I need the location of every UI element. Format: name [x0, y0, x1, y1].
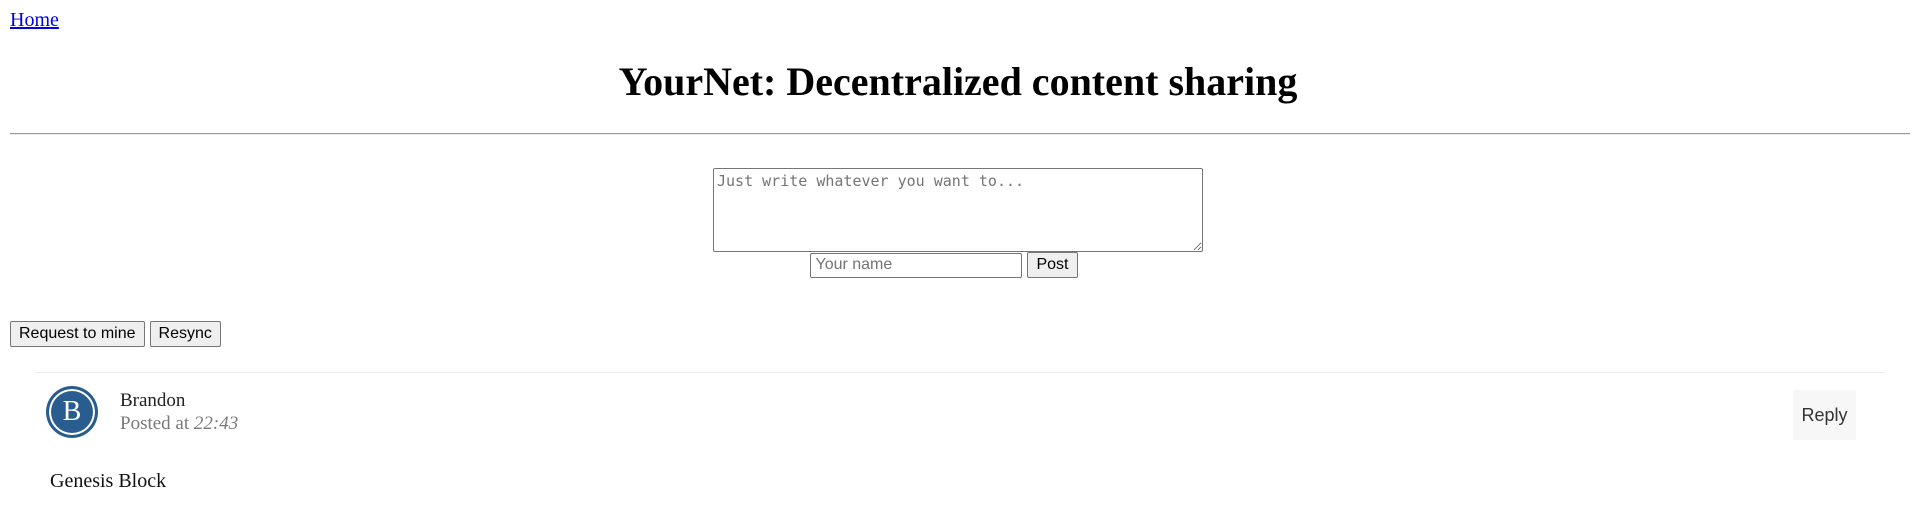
post-timestamp: Posted at 22:43 [120, 413, 238, 435]
reply-button[interactable]: Reply [1793, 390, 1856, 440]
post-feed: B Brandon Posted at 22:43 Reply Genesis … [35, 372, 1885, 513]
avatar-initial: B [62, 396, 82, 427]
post-body: Genesis Block [50, 470, 167, 492]
post-content-textarea[interactable] [713, 168, 1203, 252]
request-to-mine-button[interactable]: Request to mine [10, 321, 145, 347]
page-title: YourNet: Decentralized content sharing [618, 59, 1298, 104]
resync-button[interactable]: Resync [149, 321, 221, 347]
header-divider [10, 133, 1910, 135]
author-name-input[interactable] [810, 252, 1023, 278]
post-composer: Post [0, 168, 1916, 278]
post-author: Brandon [120, 390, 186, 411]
post-button[interactable]: Post [1027, 252, 1078, 278]
posted-time: 22:43 [193, 413, 239, 434]
post-item: B Brandon Posted at 22:43 Reply Genesis … [35, 373, 1885, 513]
composer-row: Post [0, 252, 1902, 278]
posted-at-label: Posted at [120, 413, 190, 434]
mining-actions: Request to mine Resync [10, 321, 221, 347]
home-link[interactable]: Home [10, 9, 59, 32]
avatar: B [47, 387, 97, 437]
